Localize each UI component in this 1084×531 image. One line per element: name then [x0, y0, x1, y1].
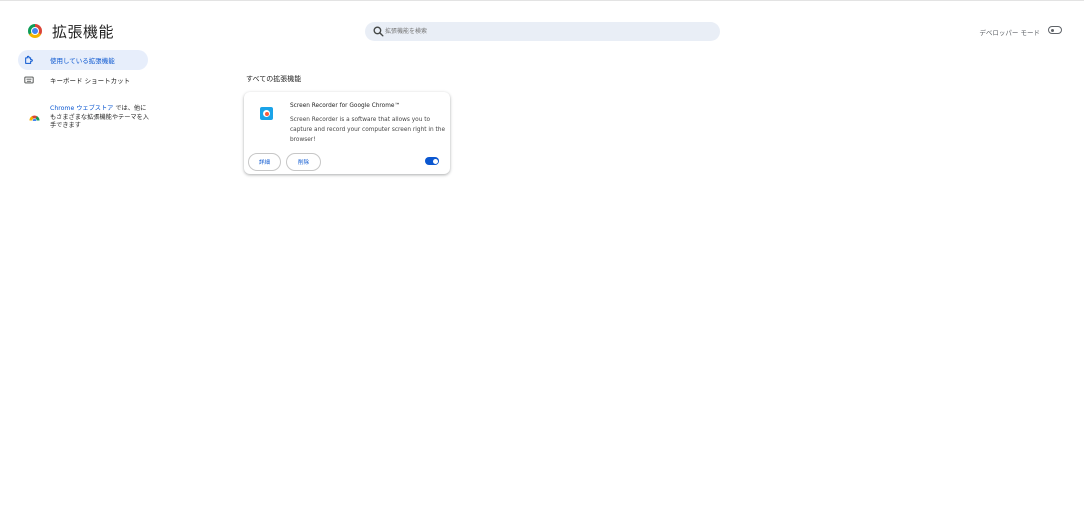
- toggle-knob: [432, 158, 438, 164]
- extension-description: Screen Recorder is a software that allow…: [290, 117, 446, 143]
- top-divider: [0, 0, 1084, 1]
- sidebar-item-my-extensions[interactable]: 使用している拡張機能: [18, 50, 148, 70]
- web-store-text: Chrome ウェブストア では、他にもさまざまな拡張機能やテーマを入手できます: [50, 105, 150, 131]
- record-dot: [264, 111, 269, 116]
- header: 拡張機能 デベロッパー モード: [0, 14, 1084, 50]
- screen-recorder-icon: [260, 107, 273, 120]
- remove-button[interactable]: 削除: [286, 153, 321, 171]
- extension-name: Screen Recorder for Google Chrome™: [290, 103, 401, 109]
- search-input[interactable]: [385, 22, 705, 41]
- toggle-knob: [1051, 28, 1054, 32]
- search-icon: [373, 26, 384, 37]
- sidebar-item-label: キーボード ショートカット: [50, 77, 131, 85]
- page-title: 拡張機能: [52, 23, 115, 41]
- chrome-logo-icon: [28, 24, 42, 38]
- search-box[interactable]: [365, 22, 720, 41]
- section-title: すべての拡張機能: [246, 75, 302, 83]
- puzzle-icon: [25, 55, 33, 64]
- details-button[interactable]: 詳細: [248, 153, 281, 171]
- web-store-icon: [29, 115, 40, 121]
- extension-enable-toggle[interactable]: [425, 157, 439, 165]
- keyboard-icon: [24, 76, 34, 84]
- developer-mode-label: デベロッパー モード: [979, 29, 1040, 37]
- sidebar-item-keyboard-shortcuts[interactable]: キーボード ショートカット: [18, 70, 148, 90]
- extension-card: Screen Recorder for Google Chrome™ Scree…: [244, 92, 450, 174]
- developer-mode-toggle[interactable]: [1048, 26, 1062, 34]
- record-icon: [263, 110, 270, 117]
- sidebar-item-label: 使用している拡張機能: [50, 57, 115, 65]
- web-store-link[interactable]: Chrome ウェブストア: [50, 105, 113, 112]
